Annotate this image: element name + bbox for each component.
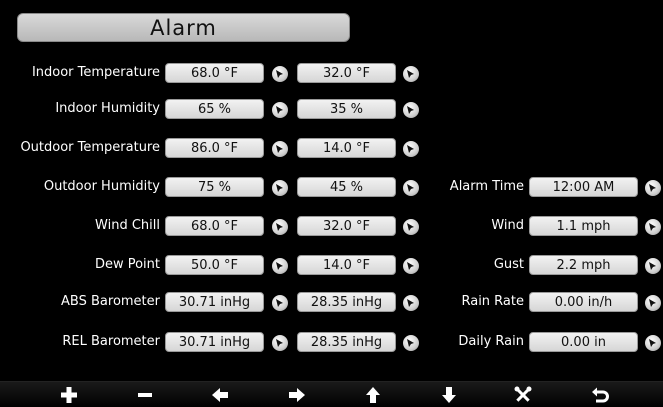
high-alarm-field[interactable]: 68.0 °F [165, 63, 264, 83]
high-alarm-field[interactable]: 75 % [165, 177, 264, 197]
high-alarm-field[interactable]: 30.71 inHg [165, 292, 264, 312]
pointer-icon[interactable] [403, 295, 419, 311]
arrow-down-icon[interactable] [434, 385, 464, 405]
arrow-left-icon[interactable] [205, 385, 235, 405]
pointer-icon[interactable] [272, 219, 288, 235]
row-label: Outdoor Temperature [20, 140, 160, 155]
pointer-icon[interactable] [272, 180, 288, 196]
row-label: Indoor Temperature [31, 65, 160, 80]
pointer-icon[interactable] [403, 258, 419, 274]
row-label: Gust [493, 257, 524, 272]
tools-icon[interactable] [508, 385, 538, 405]
page-title: Alarm [17, 13, 350, 42]
alarm-value-field[interactable]: 0.00 in/h [529, 292, 638, 312]
pointer-icon[interactable] [645, 335, 661, 351]
alarm-value-field[interactable]: 0.00 in [529, 332, 638, 352]
row-label: Daily Rain [458, 334, 524, 349]
row-label: REL Barometer [62, 334, 160, 349]
low-alarm-field[interactable]: 45 % [297, 177, 396, 197]
high-alarm-field[interactable]: 86.0 °F [165, 138, 264, 158]
high-alarm-field[interactable]: 30.71 inHg [165, 332, 264, 352]
pointer-icon[interactable] [403, 102, 419, 118]
low-alarm-field[interactable]: 28.35 inHg [297, 332, 396, 352]
pointer-icon[interactable] [272, 66, 288, 82]
pointer-icon[interactable] [403, 66, 419, 82]
low-alarm-field[interactable]: 28.35 inHg [297, 292, 396, 312]
pointer-icon[interactable] [645, 258, 661, 274]
pointer-icon[interactable] [272, 258, 288, 274]
row-label: Wind [491, 218, 524, 233]
pointer-icon[interactable] [645, 295, 661, 311]
low-alarm-field[interactable]: 14.0 °F [297, 138, 396, 158]
pointer-icon[interactable] [272, 141, 288, 157]
arrow-up-icon[interactable] [358, 385, 388, 405]
pointer-icon[interactable] [645, 180, 661, 196]
row-label: Indoor Humidity [55, 101, 160, 116]
alarm-value-field[interactable]: 2.2 mph [529, 255, 638, 275]
high-alarm-field[interactable]: 68.0 °F [165, 216, 264, 236]
pointer-icon[interactable] [403, 180, 419, 196]
pointer-icon[interactable] [403, 219, 419, 235]
plus-icon[interactable] [54, 385, 84, 405]
low-alarm-field[interactable]: 35 % [297, 99, 396, 119]
bottom-toolbar [0, 381, 663, 407]
alarm-value-field[interactable]: 12:00 AM [529, 177, 638, 197]
low-alarm-field[interactable]: 32.0 °F [297, 216, 396, 236]
high-alarm-field[interactable]: 65 % [165, 99, 264, 119]
pointer-icon[interactable] [645, 219, 661, 235]
pointer-icon[interactable] [272, 335, 288, 351]
high-alarm-field[interactable]: 50.0 °F [165, 255, 264, 275]
row-label: Rain Rate [461, 294, 524, 309]
row-label: Outdoor Humidity [43, 179, 160, 194]
low-alarm-field[interactable]: 32.0 °F [297, 63, 396, 83]
low-alarm-field[interactable]: 14.0 °F [297, 255, 396, 275]
minus-icon[interactable] [130, 385, 160, 405]
pointer-icon[interactable] [403, 335, 419, 351]
pointer-icon[interactable] [272, 102, 288, 118]
row-label: Dew Point [94, 257, 160, 272]
pointer-icon[interactable] [403, 141, 419, 157]
row-label: Alarm Time [449, 179, 524, 194]
row-label: Wind Chill [95, 218, 160, 233]
arrow-right-icon[interactable] [282, 385, 312, 405]
row-label: ABS Barometer [61, 294, 160, 309]
back-icon[interactable] [585, 385, 615, 405]
alarm-value-field[interactable]: 1.1 mph [529, 216, 638, 236]
pointer-icon[interactable] [272, 295, 288, 311]
